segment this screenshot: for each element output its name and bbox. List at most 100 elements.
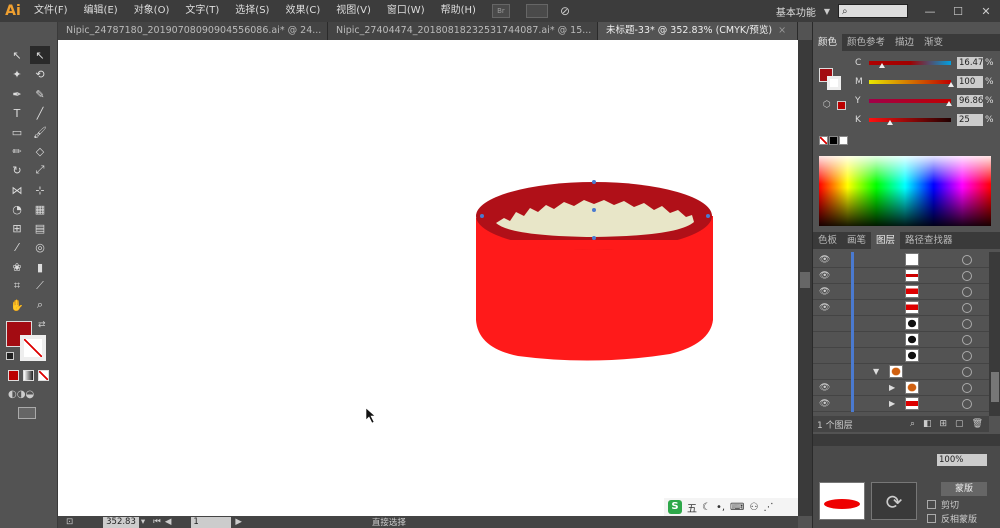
slider-thumb[interactable]: [886, 120, 893, 125]
ime-toolbar[interactable]: S 五 ☾ •, ⌨ ⚇ ⋰: [664, 498, 798, 516]
arrange-documents-icon[interactable]: [525, 4, 548, 18]
eye-icon[interactable]: 👁︎: [819, 255, 831, 265]
column-graph-icon[interactable]: ▮: [30, 258, 50, 276]
page-field[interactable]: 1: [191, 516, 232, 528]
gradient-tool-icon[interactable]: ▤: [30, 219, 50, 237]
target-circle-icon[interactable]: [962, 367, 972, 377]
panel-stroke-swatch[interactable]: [827, 76, 841, 90]
eye-icon[interactable]: 👁︎: [819, 271, 831, 281]
direct-selection-tool-icon[interactable]: ↖: [30, 46, 50, 64]
tab-stroke[interactable]: 描边: [890, 34, 919, 51]
locate-object-icon[interactable]: ⌕: [910, 419, 915, 429]
perspective-grid-icon[interactable]: ▦: [30, 200, 50, 218]
tab-document-1[interactable]: Nipic_24787180_20190708090904556086.ai* …: [58, 22, 328, 40]
visibility-toggle[interactable]: [819, 335, 831, 345]
blend-tool-icon[interactable]: ◎: [30, 238, 50, 256]
hand-tool-icon[interactable]: ✋: [7, 296, 27, 314]
channel-value-input[interactable]: 16.47: [957, 57, 983, 69]
layer-row[interactable]: 👁︎: [813, 268, 989, 284]
eye-icon[interactable]: 👁︎: [819, 287, 831, 297]
tab-gradient[interactable]: 渐变: [919, 34, 948, 51]
workspace-switcher[interactable]: 基本功能: [768, 4, 824, 19]
clip-checkbox[interactable]: [927, 500, 936, 509]
tab-swatches[interactable]: 色板: [813, 232, 842, 249]
tab-brushes[interactable]: 画笔: [842, 232, 871, 249]
keyboard-icon[interactable]: ⌨: [730, 502, 744, 513]
tab-color-guide[interactable]: 颜色参考: [842, 34, 890, 51]
menu-edit[interactable]: 编辑(E): [76, 0, 126, 22]
shape-builder-icon[interactable]: ◔: [7, 200, 27, 218]
chevron-right-icon[interactable]: ▶: [889, 399, 895, 408]
menu-view[interactable]: 视图(V): [328, 0, 379, 22]
tab-pathfinder[interactable]: 路径查找器: [900, 232, 958, 249]
menu-help[interactable]: 帮助(H): [433, 0, 484, 22]
visibility-toggle[interactable]: [819, 367, 831, 377]
free-transform-icon[interactable]: ⊹: [30, 181, 50, 199]
make-mask-button[interactable]: 蒙版: [941, 482, 987, 496]
draw-mode-icon[interactable]: ◐◑◒: [8, 389, 44, 401]
channel-slider[interactable]: [869, 80, 954, 87]
lasso-icon[interactable]: ⟲: [30, 65, 50, 83]
zoom-tool-icon[interactable]: ⌕: [30, 296, 50, 314]
type-tool-icon[interactable]: T: [7, 104, 27, 122]
color-spectrum[interactable]: [819, 156, 991, 226]
none-swatch[interactable]: [819, 136, 828, 145]
target-circle-icon[interactable]: [962, 383, 972, 393]
bridge-button[interactable]: Br: [491, 4, 510, 18]
rotate-tool-icon[interactable]: ↻: [7, 161, 27, 179]
gradient-mode-icon[interactable]: [23, 370, 34, 381]
artboard-canvas[interactable]: S 五 ☾ •, ⌨ ⚇ ⋰: [58, 40, 798, 516]
selection-tool-icon[interactable]: ↖: [7, 46, 27, 64]
mesh-tool-icon[interactable]: ⊞: [7, 219, 27, 237]
slider-thumb[interactable]: [879, 63, 886, 68]
black-swatch[interactable]: [829, 136, 838, 145]
target-circle-icon[interactable]: [962, 399, 972, 409]
layer-row[interactable]: 👁︎ ▶: [813, 396, 989, 412]
scroll-thumb[interactable]: [800, 272, 810, 288]
color-mode-icon[interactable]: [8, 370, 19, 381]
target-circle-icon[interactable]: [962, 319, 972, 329]
slice-tool-icon[interactable]: ⟋: [30, 277, 50, 295]
out-of-gamut-icon[interactable]: ⬡: [823, 100, 831, 110]
channel-slider[interactable]: [869, 118, 951, 125]
first-page-icon[interactable]: ⏮: [153, 517, 161, 527]
layer-row[interactable]: ▼: [813, 364, 989, 380]
curvature-tool-icon[interactable]: ✎: [30, 85, 50, 103]
paintbrush-icon[interactable]: 🖌︎: [30, 123, 50, 141]
eyedropper-icon[interactable]: ⁄: [7, 238, 27, 256]
current-tool-status[interactable]: 直接选择: [372, 516, 406, 528]
menu-type[interactable]: 文字(T): [177, 0, 227, 22]
pencil-icon[interactable]: ✏: [7, 142, 27, 160]
menu-object[interactable]: 对象(O): [126, 0, 178, 22]
layer-row[interactable]: [813, 316, 989, 332]
stroke-swatch[interactable]: [20, 335, 46, 361]
eye-icon[interactable]: 👁︎: [819, 399, 831, 409]
moon-icon[interactable]: ☾: [702, 502, 711, 513]
default-colors-icon[interactable]: [6, 352, 14, 360]
tab-document-3[interactable]: 未标题-33* @ 352.83% (CMYK/预览) ×: [598, 22, 798, 40]
artboard-tool-icon[interactable]: ⌗: [7, 277, 27, 295]
ime-mode-icon[interactable]: 五: [687, 500, 697, 515]
channel-value-input[interactable]: 96.86: [957, 95, 983, 107]
invert-mask-checkbox[interactable]: [927, 514, 936, 523]
symbol-sprayer-icon[interactable]: ❀: [7, 258, 27, 276]
web-color-swatch[interactable]: [837, 101, 846, 110]
white-swatch[interactable]: [839, 136, 848, 145]
prev-page-icon[interactable]: ◀: [165, 517, 172, 527]
channel-value-input[interactable]: 25: [957, 114, 983, 126]
target-circle-icon[interactable]: [962, 351, 972, 361]
next-page-icon[interactable]: ▶: [235, 517, 242, 527]
visibility-toggle[interactable]: [819, 319, 831, 329]
pen-tool-icon[interactable]: ✒: [7, 85, 27, 103]
menu-file[interactable]: 文件(F): [26, 0, 76, 22]
tab-layers[interactable]: 图层: [871, 232, 901, 249]
slider-thumb[interactable]: [948, 82, 954, 87]
layer-row[interactable]: 👁︎ ▶: [813, 380, 989, 396]
scale-tool-icon[interactable]: ⤢: [30, 161, 50, 179]
target-circle-icon[interactable]: [962, 335, 972, 345]
scroll-thumb[interactable]: [991, 372, 999, 402]
none-mode-icon[interactable]: [38, 370, 49, 381]
target-circle-icon[interactable]: [962, 271, 972, 281]
artboard-nav-icon[interactable]: ⊡: [66, 517, 73, 527]
menu-effect[interactable]: 效果(C): [277, 0, 328, 22]
